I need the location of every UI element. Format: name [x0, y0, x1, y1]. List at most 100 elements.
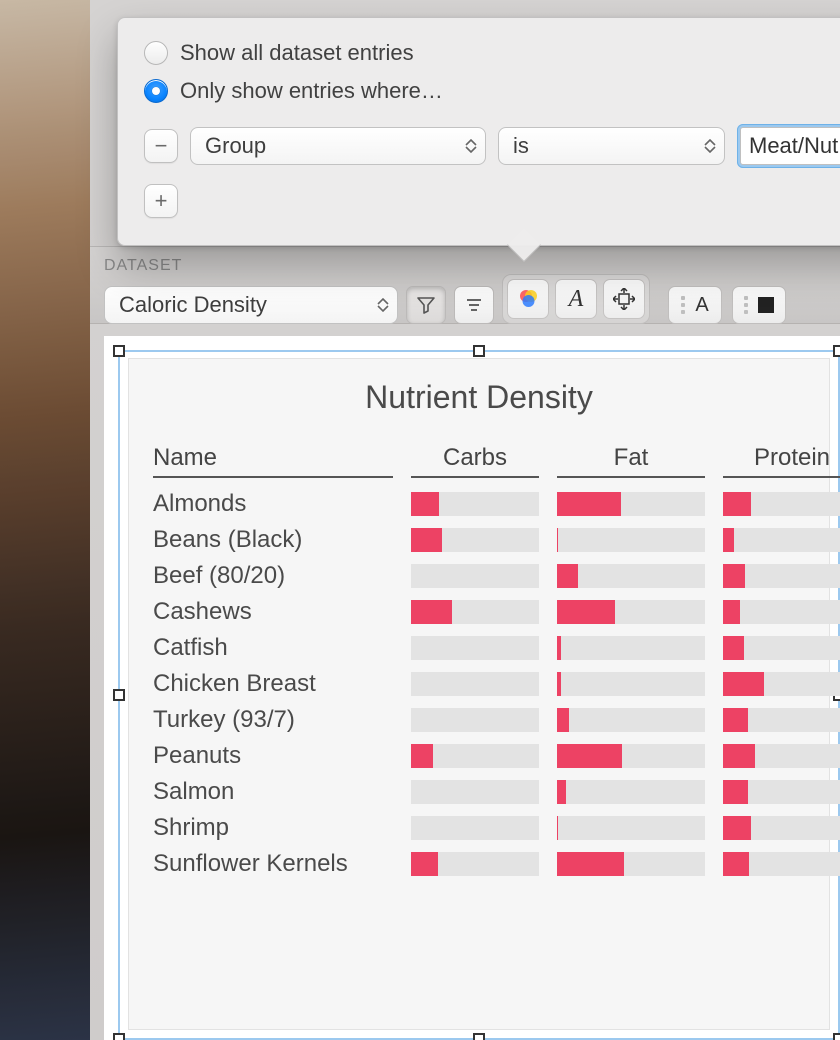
row-name: Sunflower Kernels [153, 846, 393, 882]
chart-title: Nutrient Density [153, 379, 805, 416]
bar-cell-protein [723, 708, 840, 732]
remove-condition-button[interactable]: − [144, 129, 178, 163]
text-style-button[interactable]: A [668, 286, 722, 324]
bar-fill [557, 708, 569, 732]
bar-cell-carbs [411, 816, 539, 840]
resize-handle[interactable] [833, 345, 840, 357]
resize-handle[interactable] [473, 1033, 485, 1040]
resize-handle[interactable] [113, 1033, 125, 1040]
bar-cell-carbs [411, 708, 539, 732]
color-button[interactable] [507, 279, 549, 319]
move-arrows-icon [613, 288, 635, 310]
bar-fill [723, 600, 740, 624]
bar-fill [723, 528, 734, 552]
chart-object[interactable]: Nutrient Density NameCarbsFatProteinAlmo… [128, 358, 830, 1030]
dataset-select-value: Caloric Density [119, 292, 267, 318]
resize-handle[interactable] [113, 345, 125, 357]
filter-button[interactable] [406, 286, 446, 324]
bar-cell-protein [723, 636, 840, 660]
bar-cell-protein [723, 600, 840, 624]
bar-cell-fat [557, 600, 705, 624]
bar-cell-fat [557, 528, 705, 552]
bar-cell-protein [723, 852, 840, 876]
dataset-heading-label: DATASET [104, 257, 182, 275]
bar-fill [723, 672, 764, 696]
bar-cell-protein [723, 528, 840, 552]
font-button[interactable]: A [555, 279, 597, 319]
chevron-updown-icon [465, 139, 477, 153]
bar-cell-carbs [411, 672, 539, 696]
bar-fill [411, 492, 439, 516]
row-name: Almonds [153, 486, 393, 522]
letter-a-icon: A [695, 294, 708, 317]
bar-fill [557, 600, 615, 624]
bar-cell-fat [557, 672, 705, 696]
bar-fill [557, 528, 558, 552]
sort-button[interactable] [454, 286, 494, 324]
bar-cell-protein [723, 672, 840, 696]
filter-field-value: Group [205, 133, 266, 159]
canvas[interactable]: Nutrient Density NameCarbsFatProteinAlmo… [104, 336, 840, 1040]
resize-handle[interactable] [833, 1033, 840, 1040]
style-toolbar-group: A [502, 274, 650, 324]
desktop-background [0, 0, 90, 1040]
bar-cell-carbs [411, 636, 539, 660]
filter-value-field[interactable] [740, 127, 840, 165]
row-name: Catfish [153, 630, 393, 666]
radio-checked-icon [144, 79, 168, 103]
bar-cell-fat [557, 744, 705, 768]
fill-style-button[interactable] [732, 286, 786, 324]
row-name: Cashews [153, 594, 393, 630]
filter-field-select[interactable]: Group [190, 127, 486, 165]
add-condition-button[interactable]: + [144, 184, 178, 218]
radio-show-all-label: Show all dataset entries [180, 40, 414, 66]
bar-fill [723, 744, 755, 768]
minus-icon: − [155, 133, 168, 159]
bar-cell-fat [557, 564, 705, 588]
plus-icon: + [155, 188, 168, 214]
bar-cell-carbs [411, 564, 539, 588]
grip-icon [681, 296, 685, 314]
chevron-updown-icon [377, 298, 389, 312]
row-name: Salmon [153, 774, 393, 810]
row-name: Beans (Black) [153, 522, 393, 558]
grip-icon [744, 296, 748, 314]
bar-cell-fat [557, 780, 705, 804]
toolbar: DATASET Caloric Density [90, 246, 840, 324]
radio-only-show[interactable]: Only show entries where… [144, 78, 840, 104]
column-header: Protein [723, 444, 840, 478]
bar-fill [723, 708, 748, 732]
filter-popover: Show all dataset entries Only show entri… [117, 17, 840, 246]
selection-frame: Nutrient Density NameCarbsFatProteinAlmo… [118, 350, 840, 1040]
row-name: Shrimp [153, 810, 393, 846]
chart-grid: NameCarbsFatProteinAlmondsBeans (Black)B… [153, 444, 805, 882]
column-header: Fat [557, 444, 705, 478]
bar-cell-fat [557, 852, 705, 876]
resize-handle[interactable] [473, 345, 485, 357]
bar-fill [411, 852, 438, 876]
bar-fill [557, 672, 561, 696]
fill-swatch-icon [758, 297, 774, 313]
layout-button[interactable] [603, 279, 645, 319]
column-header: Name [153, 444, 393, 478]
bar-cell-carbs [411, 528, 539, 552]
bar-fill [411, 600, 452, 624]
row-name: Turkey (93/7) [153, 702, 393, 738]
dataset-select[interactable]: Caloric Density [104, 286, 398, 324]
radio-icon [144, 41, 168, 65]
bar-cell-protein [723, 492, 840, 516]
font-icon: A [569, 286, 584, 313]
bar-cell-protein [723, 744, 840, 768]
bar-cell-carbs [411, 492, 539, 516]
row-name: Peanuts [153, 738, 393, 774]
bar-cell-protein [723, 780, 840, 804]
bar-cell-fat [557, 708, 705, 732]
resize-handle[interactable] [113, 689, 125, 701]
bar-fill [557, 744, 622, 768]
bar-fill [723, 636, 744, 660]
filter-condition-row: − Group is [144, 124, 840, 168]
radio-show-all[interactable]: Show all dataset entries [144, 40, 840, 66]
bar-fill [557, 564, 578, 588]
filter-operator-select[interactable]: is [498, 127, 725, 165]
bar-cell-carbs [411, 600, 539, 624]
